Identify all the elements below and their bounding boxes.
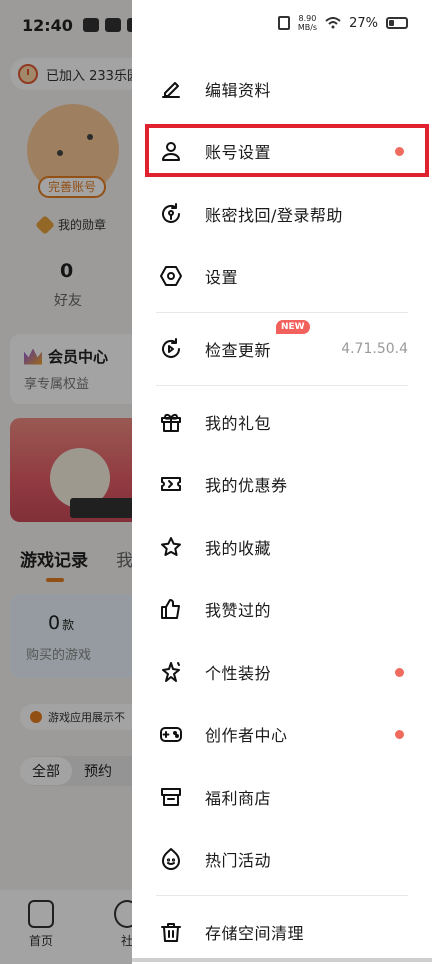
menu-my-favorites[interactable]: 我的收藏 — [132, 520, 432, 574]
menu-label: 热门活动 — [205, 851, 272, 870]
drawer-status-icons: 8.90 MB/s 27% — [277, 14, 408, 32]
sparkle-icon — [158, 659, 184, 685]
menu-label: 福利商店 — [205, 789, 272, 808]
network-speed: 8.90 MB/s — [298, 14, 317, 32]
menu-divider — [156, 385, 408, 386]
menu-label: 个性装扮 — [205, 664, 272, 683]
home-indicator — [132, 958, 432, 962]
edit-icon — [158, 76, 184, 102]
notification-dot — [395, 729, 404, 739]
menu-edit-profile[interactable]: 编辑资料 — [132, 62, 432, 116]
app-version: 4.71.50.4 — [341, 341, 408, 357]
menu-personal-dressup[interactable]: 个性装扮 — [132, 645, 432, 699]
menu-account-recovery[interactable]: 账密找回/登录帮助 — [132, 187, 432, 241]
menu-label: 账密找回/登录帮助 — [205, 206, 343, 225]
new-badge: NEW — [276, 320, 310, 334]
menu-divider — [156, 895, 408, 896]
menu-label: 创作者中心 — [205, 726, 288, 745]
menu-my-gifts[interactable]: 我的礼包 — [132, 395, 432, 449]
menu-settings[interactable]: 设置 — [132, 249, 432, 303]
update-icon — [158, 336, 184, 362]
net-speed-unit: MB/s — [297, 23, 318, 32]
thumbs-up-icon — [158, 596, 184, 622]
menu-label: 编辑资料 — [205, 81, 272, 100]
smile-icon — [158, 846, 184, 872]
menu-hot-events[interactable]: 热门活动 — [132, 832, 432, 886]
menu-label: 我的礼包 — [205, 414, 272, 433]
store-icon — [158, 784, 184, 810]
coupon-icon — [158, 471, 184, 497]
battery-percent: 27% — [349, 15, 378, 31]
menu-label: 我的收藏 — [205, 539, 272, 558]
trash-icon — [158, 919, 184, 945]
wifi-icon — [325, 17, 341, 29]
net-speed-value: 8.90 — [298, 14, 317, 23]
gift-icon — [158, 409, 184, 435]
menu-label: 我赞过的 — [205, 601, 272, 620]
star-icon — [158, 534, 184, 560]
menu-welfare-store[interactable]: 福利商店 — [132, 770, 432, 824]
menu-label: 设置 — [205, 268, 239, 287]
menu-my-likes[interactable]: 我赞过的 — [132, 582, 432, 636]
menu-label: 我的优惠券 — [205, 476, 288, 495]
highlight-account-settings — [145, 124, 429, 177]
recovery-icon — [158, 201, 184, 227]
vibrate-icon — [277, 16, 290, 30]
battery-icon — [386, 17, 408, 29]
menu-divider — [156, 312, 408, 313]
menu-my-coupons[interactable]: 我的优惠券 — [132, 457, 432, 511]
menu-creator-center[interactable]: 创作者中心 — [132, 707, 432, 761]
menu-label: 存储空间清理 — [205, 924, 305, 943]
gamepad-icon — [158, 721, 184, 747]
settings-icon — [158, 263, 184, 289]
notification-dot — [395, 667, 404, 677]
menu-check-update[interactable]: 检查更新 NEW 4.71.50.4 — [132, 320, 432, 376]
menu-label: 检查更新 — [205, 341, 272, 360]
menu-storage-cleanup[interactable]: 存储空间清理 — [132, 905, 432, 959]
